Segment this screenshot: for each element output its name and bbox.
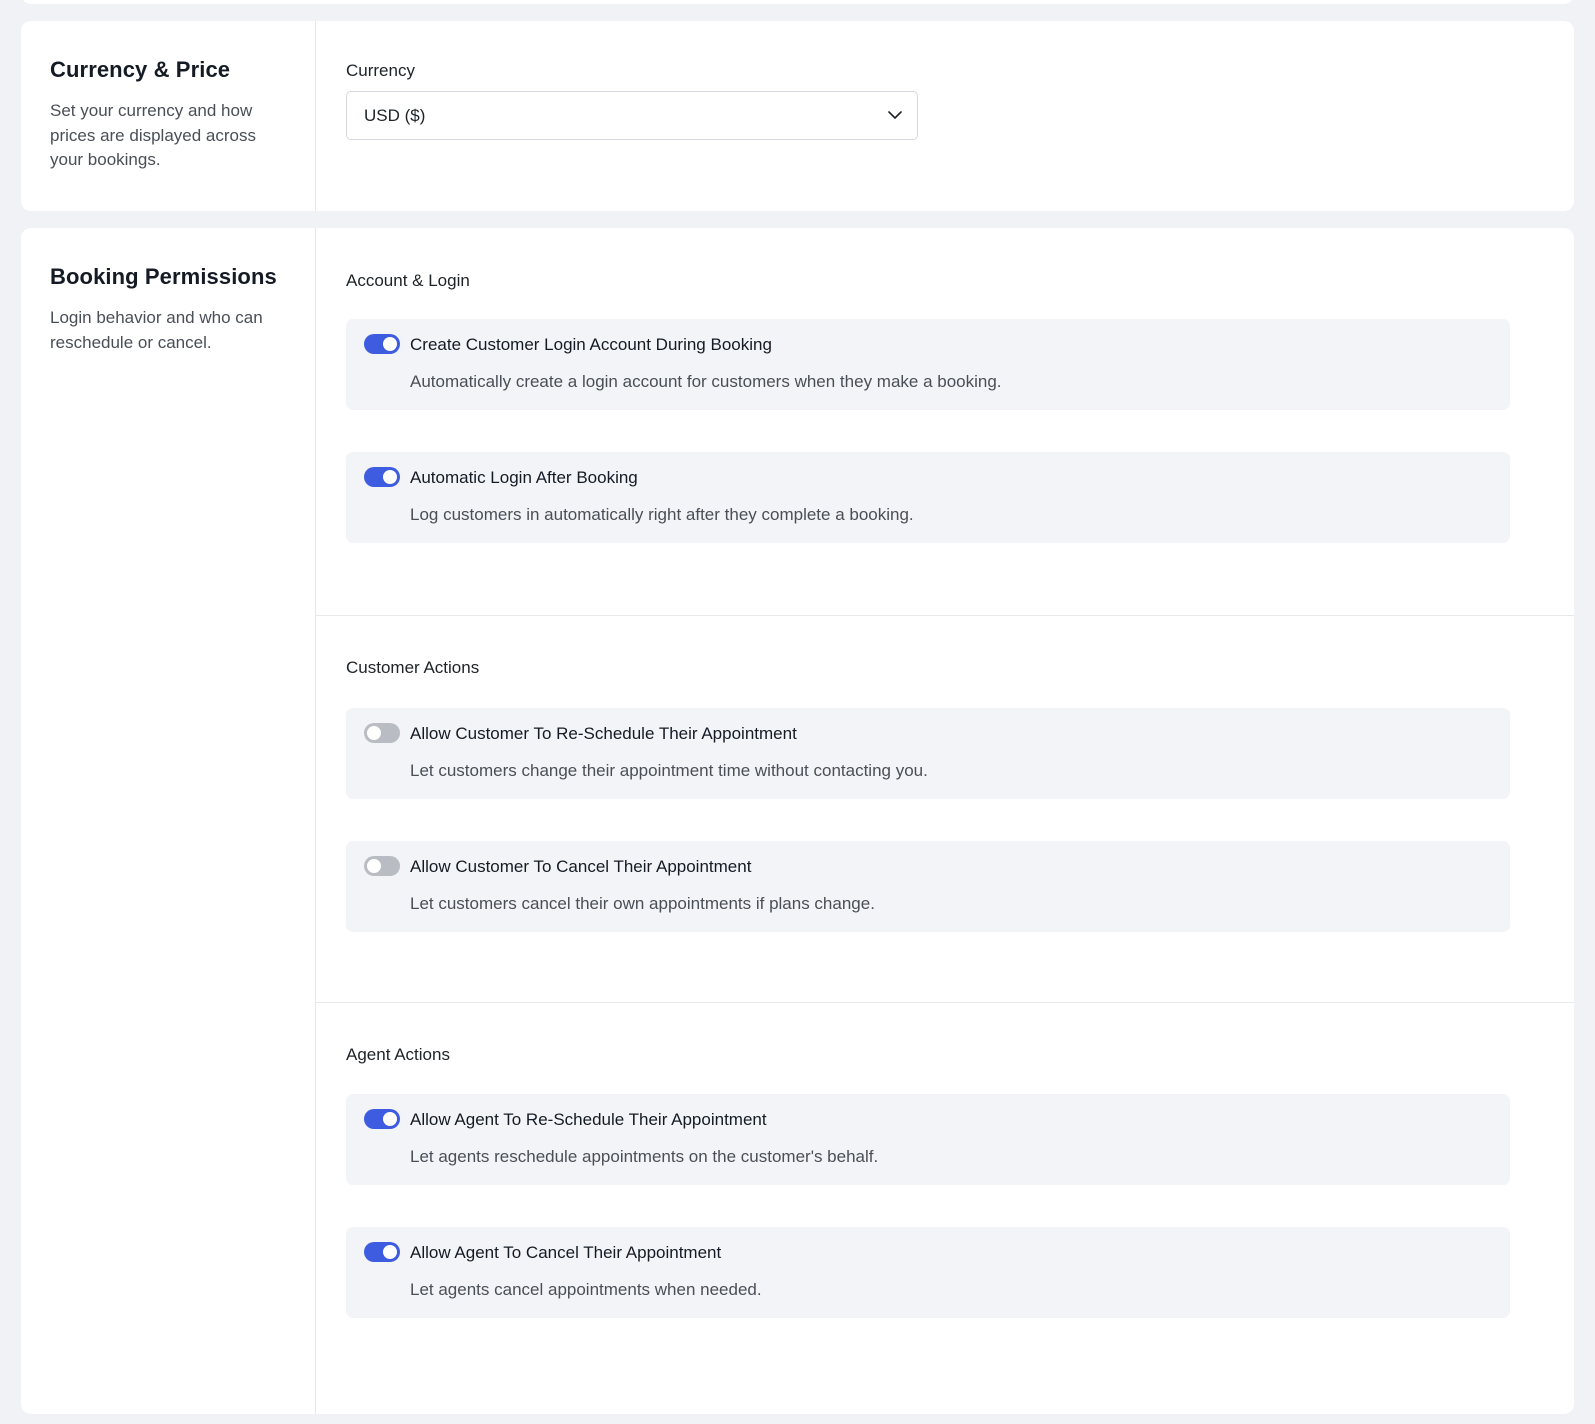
section-title: Account & Login (346, 271, 470, 290)
customer-actions-section: Customer Actions Allow Customer To Re-Sc… (316, 615, 1574, 1002)
option-label: Allow Agent To Re-Schedule Their Appoint… (410, 1110, 767, 1129)
currency-price-card: Currency & Price Set your currency and h… (21, 21, 1574, 211)
customer-cancel-toggle[interactable] (364, 856, 400, 876)
card-title: Booking Permissions (50, 264, 277, 289)
auto-login-toggle[interactable] (364, 467, 400, 487)
card-description: Set your currency and how prices are dis… (50, 101, 256, 169)
option-description: Log customers in automatically right aft… (410, 505, 914, 524)
currency-label: Currency (346, 61, 415, 80)
card-description: Login behavior and who can reschedule or… (50, 308, 263, 352)
option-description: Let agents reschedule appointments on th… (410, 1147, 879, 1166)
option-customer-reschedule: Allow Customer To Re-Schedule Their Appo… (346, 708, 1510, 799)
option-agent-reschedule: Allow Agent To Re-Schedule Their Appoint… (346, 1094, 1510, 1185)
option-label: Allow Agent To Cancel Their Appointment (410, 1243, 722, 1262)
option-label: Allow Customer To Cancel Their Appointme… (410, 857, 752, 876)
toggle-knob (383, 1112, 397, 1126)
currency-select[interactable]: USD ($) (346, 91, 918, 140)
section-title: Agent Actions (346, 1045, 450, 1064)
card-content: Currency USD ($) (316, 21, 1574, 211)
toggle-knob (367, 859, 381, 873)
option-description: Let customers change their appointment t… (410, 761, 928, 780)
create-login-account-toggle[interactable] (364, 334, 400, 354)
toggle-knob (383, 470, 397, 484)
booking-permissions-card: Booking Permissions Login behavior and w… (21, 228, 1574, 1414)
option-agent-cancel: Allow Agent To Cancel Their Appointment … (346, 1227, 1510, 1318)
currency-selected-value: USD ($) (364, 105, 426, 125)
card-title: Currency & Price (50, 57, 231, 82)
agent-cancel-toggle[interactable] (364, 1242, 400, 1262)
customer-reschedule-toggle[interactable] (364, 723, 400, 743)
option-label: Create Customer Login Account During Boo… (410, 335, 772, 354)
settings-page: Currency & Price Set your currency and h… (0, 0, 1595, 1424)
toggle-knob (383, 1245, 397, 1259)
option-label: Allow Customer To Re-Schedule Their Appo… (410, 724, 797, 743)
section-title: Customer Actions (346, 658, 480, 677)
option-description: Let customers cancel their own appointme… (410, 894, 875, 913)
option-customer-cancel: Allow Customer To Cancel Their Appointme… (346, 841, 1510, 932)
option-description: Automatically create a login account for… (410, 372, 1002, 391)
agent-actions-section: Agent Actions Allow Agent To Re-Schedule… (316, 1002, 1574, 1414)
account-login-section: Account & Login Create Customer Login Ac… (316, 228, 1574, 615)
toggle-knob (383, 337, 397, 351)
card-info: Booking Permissions Login behavior and w… (21, 228, 316, 1414)
option-create-login-account: Create Customer Login Account During Boo… (346, 319, 1510, 410)
chevron-down-icon (888, 111, 902, 119)
agent-reschedule-toggle[interactable] (364, 1109, 400, 1129)
card-content: Account & Login Create Customer Login Ac… (316, 228, 1574, 1414)
option-label: Automatic Login After Booking (410, 468, 638, 487)
toggle-knob (367, 726, 381, 740)
previous-settings-card (21, 0, 1574, 4)
option-auto-login: Automatic Login After Booking Log custom… (346, 452, 1510, 543)
card-info: Currency & Price Set your currency and h… (21, 21, 316, 211)
option-description: Let agents cancel appointments when need… (410, 1280, 762, 1299)
